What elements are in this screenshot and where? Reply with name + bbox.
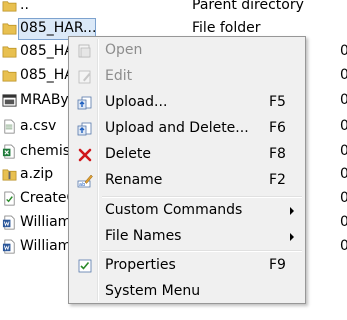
svg-text:ab: ab: [79, 182, 85, 188]
menu-item-properties[interactable]: Properties F9: [71, 254, 303, 278]
exe-icon: [2, 94, 17, 107]
folder-icon: [2, 70, 17, 82]
context-menu: Open Edit Upload... F5 Upload and Delete…: [68, 36, 306, 304]
menu-item-delete[interactable]: Delete F8: [71, 143, 303, 167]
menu-item-shortcut: F6: [269, 120, 286, 136]
csv-icon: [4, 119, 15, 134]
folder-icon: [2, 23, 17, 35]
menu-item-shortcut: F8: [269, 146, 286, 162]
menu-item-label: Properties: [105, 257, 176, 273]
file-extra: 0: [340, 67, 347, 83]
file-extra: 0: [340, 214, 347, 230]
menu-item-shortcut: F5: [269, 94, 286, 110]
word-icon: [2, 239, 15, 254]
menu-separator: [102, 196, 302, 198]
menu-item-edit[interactable]: Edit: [71, 65, 303, 89]
file-name: ..: [20, 0, 29, 13]
menu-item-shortcut: F9: [269, 257, 286, 273]
menu-item-file-names[interactable]: File Names: [71, 225, 303, 249]
folder-icon: [2, 46, 17, 58]
file-type: Parent directory: [192, 0, 304, 13]
menu-item-label: Open: [105, 42, 143, 58]
word-icon: [2, 215, 15, 230]
menu-item-label: System Menu: [105, 283, 201, 299]
edit-icon: [78, 70, 91, 84]
script-icon: [4, 191, 15, 206]
rename-icon: ab: [77, 174, 93, 188]
file-extra: 0: [340, 238, 347, 254]
menu-item-rename[interactable]: ab Rename F2: [71, 169, 303, 193]
list-item[interactable]: .. Parent directory: [0, 0, 347, 17]
upload-icon: [77, 96, 92, 110]
menu-item-label: Edit: [105, 68, 133, 84]
file-extra: 0: [340, 43, 347, 59]
menu-item-system-menu[interactable]: System Menu: [71, 280, 303, 304]
menu-item-label: Upload...: [105, 94, 168, 110]
file-name: 085_HAR...: [20, 20, 97, 36]
menu-item-label: Rename: [105, 172, 163, 188]
file-extra: 0: [340, 118, 347, 134]
file-type: File folder: [192, 20, 261, 36]
delete-icon: [78, 148, 92, 162]
submenu-arrow-icon: [290, 233, 294, 241]
file-extra: 0: [340, 190, 347, 206]
excel-icon: [2, 144, 15, 159]
menu-item-label: Custom Commands: [105, 202, 243, 218]
menu-item-shortcut: F2: [269, 172, 286, 188]
properties-icon: [78, 259, 92, 273]
submenu-arrow-icon: [290, 207, 294, 215]
menu-item-upload-and-delete[interactable]: Upload and Delete... F6: [71, 117, 303, 141]
zip-icon: [2, 169, 17, 181]
menu-item-upload[interactable]: Upload... F5: [71, 91, 303, 115]
file-extra: 0: [340, 92, 347, 108]
menu-separator: [102, 250, 302, 252]
menu-item-custom-commands[interactable]: Custom Commands: [71, 199, 303, 223]
menu-item-open[interactable]: Open: [71, 39, 303, 63]
file-extra: 0: [340, 166, 347, 182]
menu-item-label: Upload and Delete...: [105, 120, 249, 136]
menu-item-label: Delete: [105, 146, 151, 162]
open-icon: [78, 44, 91, 58]
file-extra: 0: [340, 143, 347, 159]
menu-item-label: File Names: [105, 228, 182, 244]
upload-delete-icon: [77, 122, 92, 136]
parent-folder-icon: [2, 1, 17, 12]
